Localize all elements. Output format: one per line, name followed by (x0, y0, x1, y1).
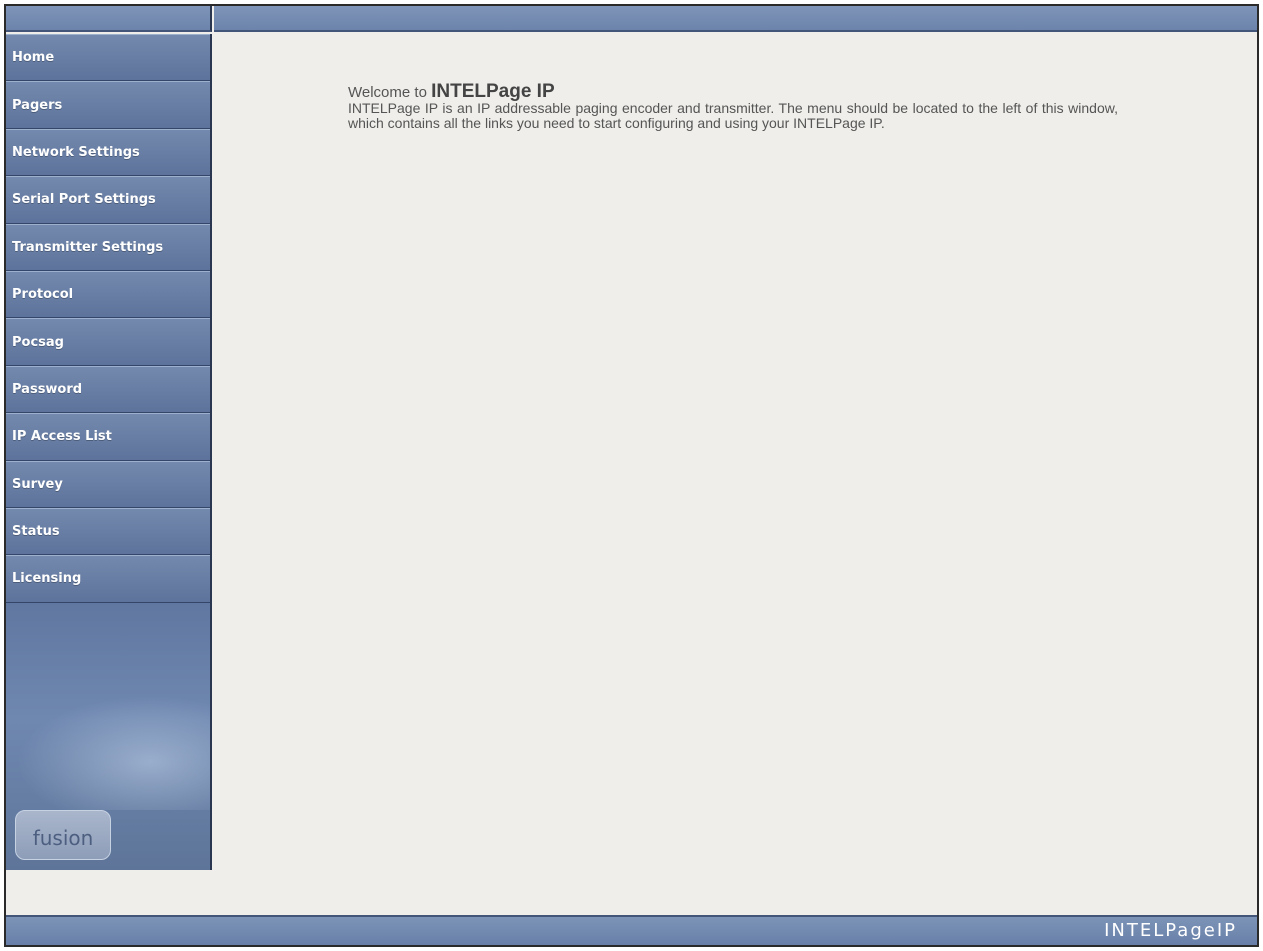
sidebar-item-pocsag[interactable]: Pocsag (6, 318, 210, 366)
sidebar-decoration (6, 690, 210, 810)
header-bar-left (6, 6, 212, 32)
footer-bar: INTELPageIP (6, 915, 1257, 945)
sidebar-item-serial-port-settings[interactable]: Serial Port Settings (6, 176, 210, 224)
sidebar-item-label: Status (12, 524, 60, 540)
footer-brand: INTELPageIP (1104, 920, 1237, 941)
app-window: Home Pagers Network Settings Serial Port… (4, 4, 1259, 947)
welcome-panel: Welcome to INTELPage IP INTELPage IP is … (348, 81, 1118, 131)
sidebar-item-label: Home (12, 50, 55, 66)
sidebar-item-label: Password (12, 381, 83, 397)
main-content: Welcome to INTELPage IP INTELPage IP is … (214, 34, 1257, 870)
sidebar-item-protocol[interactable]: Protocol (6, 270, 210, 319)
welcome-heading: Welcome to INTELPage IP (348, 81, 1118, 102)
sidebar-item-network-settings[interactable]: Network Settings (6, 128, 210, 177)
intro-text: INTELPage IP is an IP addressable paging… (348, 100, 1118, 131)
sidebar-item-password[interactable]: Password (6, 365, 210, 414)
logo-text: fusion (32, 826, 94, 850)
sidebar-item-home[interactable]: Home (6, 34, 210, 82)
sidebar-item-pagers[interactable]: Pagers (6, 81, 210, 129)
sidebar-item-label: Transmitter Settings (12, 239, 164, 255)
sidebar-item-survey[interactable]: Survey (6, 460, 210, 508)
fusion-logo: fusion (15, 810, 111, 860)
sidebar-item-label: Pocsag (12, 334, 64, 350)
sidebar-item-label: IP Access List (12, 429, 112, 445)
sidebar-item-label: Protocol (12, 287, 74, 303)
welcome-prefix: Welcome to (348, 84, 432, 101)
sidebar-menu: Home Pagers Network Settings Serial Port… (6, 34, 212, 870)
sidebar-item-status[interactable]: Status (6, 507, 210, 556)
sidebar-item-label: Licensing (12, 571, 82, 587)
sidebar-item-label: Pagers (12, 97, 63, 113)
sidebar-item-licensing[interactable]: Licensing (6, 555, 210, 603)
sidebar-item-label: Survey (12, 476, 63, 492)
product-name: INTELPage IP (431, 81, 555, 102)
sidebar-item-label: Serial Port Settings (12, 192, 156, 208)
header-bar (214, 6, 1257, 32)
sidebar-item-ip-access-list[interactable]: IP Access List (6, 413, 210, 461)
sidebar-item-transmitter-settings[interactable]: Transmitter Settings (6, 223, 210, 271)
sidebar-item-label: Network Settings (12, 144, 140, 160)
